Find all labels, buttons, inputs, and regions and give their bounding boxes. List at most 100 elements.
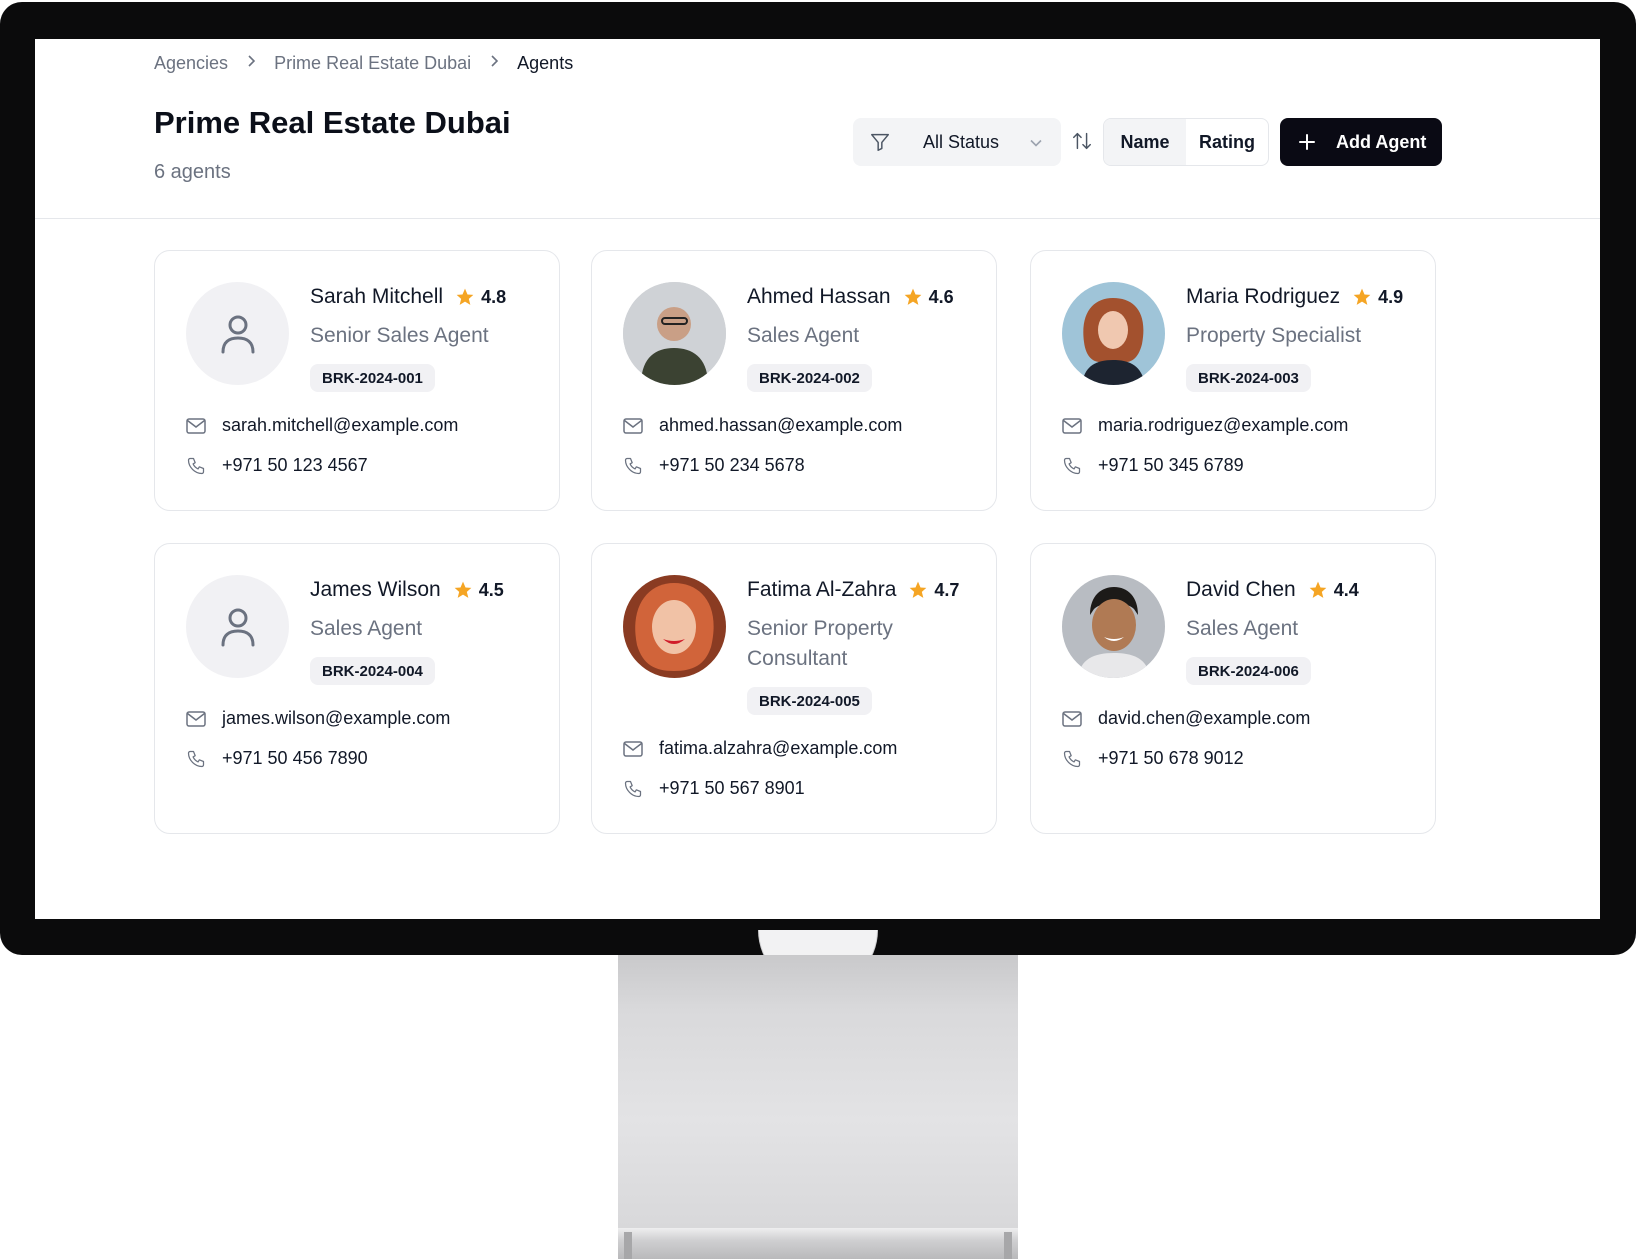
- status-filter-select[interactable]: All Status: [853, 118, 1061, 166]
- phone-icon: [623, 456, 659, 476]
- agent-role: Property Specialist: [1186, 324, 1362, 347]
- agent-phone-text: +971 50 123 4567: [222, 455, 368, 475]
- page-header: Agencies Prime Real Estate Dubai Agents …: [35, 39, 1600, 219]
- agent-email[interactable]: fatima.alzahra@example.com: [623, 738, 897, 759]
- avatar: [623, 282, 726, 385]
- agent-id-badge: BRK-2024-005: [747, 687, 872, 715]
- agent-role: Senior Sales Agent: [310, 324, 489, 347]
- agent-photo: [1062, 282, 1165, 385]
- star-icon: [903, 287, 923, 307]
- agent-card[interactable]: Maria Rodriguez 4.9 Property Specialist …: [1030, 250, 1436, 511]
- phone-icon: [186, 456, 222, 476]
- avatar: [623, 575, 726, 678]
- avatar: [186, 575, 289, 678]
- mail-icon: [623, 740, 659, 757]
- phone-icon: [1062, 456, 1098, 476]
- agent-card[interactable]: James Wilson 4.5 Sales Agent BRK-2024-00…: [154, 543, 560, 834]
- agent-email-text: sarah.mitchell@example.com: [222, 415, 459, 435]
- breadcrumb-agency-link[interactable]: Prime Real Estate Dubai: [274, 53, 471, 74]
- agent-email-text: david.chen@example.com: [1098, 708, 1311, 728]
- agent-email-text: james.wilson@example.com: [222, 708, 451, 728]
- agent-rating: 4.5: [478, 579, 504, 600]
- agent-email[interactable]: david.chen@example.com: [1062, 708, 1310, 729]
- agent-phone-text: +971 50 234 5678: [659, 455, 805, 475]
- plus-icon: [1298, 133, 1316, 151]
- agent-photo: [623, 282, 726, 385]
- agent-rating: 4.7: [934, 579, 960, 600]
- agent-email[interactable]: maria.rodriguez@example.com: [1062, 415, 1348, 436]
- agent-email[interactable]: james.wilson@example.com: [186, 708, 450, 729]
- agent-name: Fatima Al-Zahra: [747, 578, 897, 601]
- agent-photo: [1062, 575, 1165, 678]
- star-icon: [1352, 287, 1372, 307]
- agent-role: Sales Agent: [1186, 617, 1299, 640]
- add-agent-button[interactable]: Add Agent: [1280, 118, 1442, 166]
- mail-icon: [186, 710, 222, 727]
- sort-by-rating-button[interactable]: Rating: [1186, 119, 1268, 165]
- agent-phone[interactable]: +971 50 567 8901: [623, 778, 805, 799]
- phone-icon: [186, 749, 222, 769]
- agent-id-badge: BRK-2024-004: [310, 657, 435, 685]
- star-icon: [455, 287, 475, 307]
- sort-toggle: Name Rating: [1103, 118, 1269, 166]
- agent-name: David Chen: [1186, 578, 1296, 601]
- agent-id-badge: BRK-2024-003: [1186, 364, 1311, 392]
- agent-card[interactable]: Ahmed Hassan 4.6 Sales Agent BRK-2024-00…: [591, 250, 997, 511]
- agent-phone[interactable]: +971 50 123 4567: [186, 455, 368, 476]
- agent-card[interactable]: Fatima Al-Zahra 4.7 Senior Property Cons…: [591, 543, 997, 834]
- agent-name: Maria Rodriguez: [1186, 285, 1341, 308]
- agent-email-text: ahmed.hassan@example.com: [659, 415, 903, 435]
- user-icon: [221, 315, 254, 353]
- chevron-right-icon: [246, 54, 256, 73]
- breadcrumb-current: Agents: [517, 53, 574, 73]
- agent-phone-text: +971 50 567 8901: [659, 778, 805, 798]
- agent-role: Sales Agent: [310, 617, 423, 640]
- agent-card[interactable]: Sarah Mitchell 4.8 Senior Sales Agent BR…: [154, 250, 560, 511]
- avatar: [186, 282, 289, 385]
- monitor-bezel: Agencies Prime Real Estate Dubai Agents …: [0, 2, 1636, 955]
- agent-id-badge: BRK-2024-002: [747, 364, 872, 392]
- sort-direction-icon[interactable]: [1071, 130, 1093, 157]
- agent-name: Ahmed Hassan: [747, 285, 891, 308]
- mail-icon: [623, 417, 659, 434]
- mail-icon: [1062, 417, 1098, 434]
- agent-rating: 4.6: [928, 286, 954, 307]
- breadcrumb: Agencies Prime Real Estate Dubai Agents: [154, 53, 573, 74]
- agent-rating: 4.8: [481, 286, 507, 307]
- chevron-down-icon: [1029, 134, 1043, 155]
- mail-icon: [186, 417, 222, 434]
- agent-phone[interactable]: +971 50 456 7890: [186, 748, 368, 769]
- agent-email[interactable]: sarah.mitchell@example.com: [186, 415, 458, 436]
- agent-role: Sales Agent: [747, 324, 860, 347]
- agent-phone-text: +971 50 678 9012: [1098, 748, 1244, 768]
- star-icon: [908, 580, 928, 600]
- agent-rating: 4.4: [1333, 579, 1359, 600]
- phone-icon: [1062, 749, 1098, 769]
- agent-email-text: maria.rodriguez@example.com: [1098, 415, 1349, 435]
- star-icon: [1308, 580, 1328, 600]
- agent-id-badge: BRK-2024-001: [310, 364, 435, 392]
- agent-role: Senior Property Consultant: [747, 617, 893, 670]
- phone-icon: [623, 779, 659, 799]
- chevron-right-icon: [489, 54, 499, 73]
- agent-email[interactable]: ahmed.hassan@example.com: [623, 415, 902, 436]
- agent-rating: 4.9: [1378, 286, 1404, 307]
- agent-card[interactable]: David Chen 4.4 Sales Agent BRK-2024-006 …: [1030, 543, 1436, 834]
- agent-count: 6 agents: [154, 161, 231, 183]
- monitor-stand-base: [618, 1228, 1018, 1259]
- mail-icon: [1062, 710, 1098, 727]
- avatar: [1062, 575, 1165, 678]
- avatar: [1062, 282, 1165, 385]
- agent-phone[interactable]: +971 50 345 6789: [1062, 455, 1244, 476]
- page-title: Prime Real Estate Dubai: [154, 105, 511, 140]
- breadcrumb-agencies-link[interactable]: Agencies: [154, 53, 228, 74]
- agent-phone[interactable]: +971 50 678 9012: [1062, 748, 1244, 769]
- screen: Agencies Prime Real Estate Dubai Agents …: [35, 39, 1600, 919]
- agent-phone-text: +971 50 345 6789: [1098, 455, 1244, 475]
- agent-email-text: fatima.alzahra@example.com: [659, 738, 898, 758]
- agent-phone-text: +971 50 456 7890: [222, 748, 368, 768]
- agent-phone[interactable]: +971 50 234 5678: [623, 455, 805, 476]
- sort-by-name-button[interactable]: Name: [1104, 119, 1186, 165]
- agent-name: Sarah Mitchell: [310, 285, 444, 308]
- add-agent-label: Add Agent: [1336, 131, 1427, 152]
